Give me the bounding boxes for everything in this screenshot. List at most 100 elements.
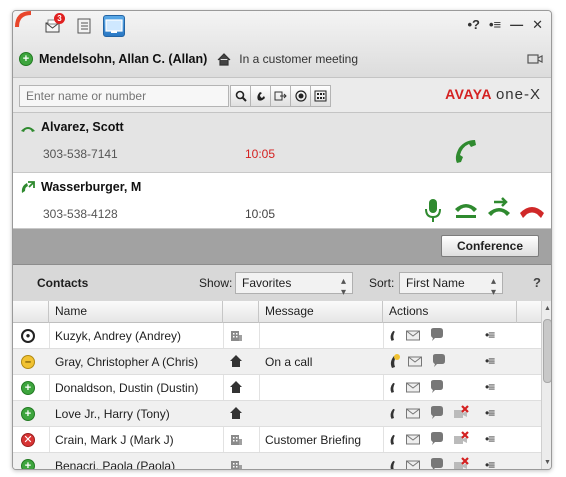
contact-actions	[389, 379, 481, 397]
chat-icon[interactable]	[430, 353, 448, 369]
contact-actions	[389, 327, 481, 345]
top-icon-bar: 3	[43, 13, 125, 37]
status-message[interactable]: In a customer meeting	[239, 52, 358, 66]
presence-available-icon: +	[21, 407, 35, 421]
close-button[interactable]: ✕	[532, 17, 543, 33]
video-camera-icon[interactable]	[527, 53, 543, 65]
contact-name[interactable]: Gray, Christopher A (Chris)	[55, 355, 198, 369]
search-input[interactable]	[19, 85, 229, 107]
contacts-help-button[interactable]: ?	[533, 275, 541, 290]
phone-icon[interactable]	[389, 405, 399, 421]
call-row-active[interactable]: Wasserburger, M 303-538-4128 10:05	[13, 173, 551, 229]
mail-icon[interactable]	[405, 457, 422, 470]
contact-name[interactable]: Benacri, Paola (Paola)	[55, 459, 175, 469]
answer-call-icon[interactable]	[451, 137, 481, 167]
phone-icon[interactable]	[389, 431, 399, 447]
sort-dropdown[interactable]: First Name ▴ ▾	[399, 272, 503, 298]
scroll-down-icon[interactable]: ▼	[542, 457, 551, 469]
call-action-buttons	[418, 193, 547, 225]
column-location[interactable]	[223, 301, 259, 323]
conference-button[interactable]: Conference	[441, 235, 539, 257]
video-off-icon[interactable]	[452, 457, 470, 470]
mail-tab[interactable]: 3	[43, 13, 65, 37]
transfer-button[interactable]	[270, 85, 291, 107]
mail-icon[interactable]	[405, 327, 422, 343]
column-presence[interactable]	[13, 301, 49, 323]
mail-icon[interactable]	[407, 353, 424, 369]
table-row[interactable]: + Donaldson, Dustin (Dustin) •≡	[13, 375, 541, 401]
mail-icon[interactable]	[405, 431, 422, 447]
row-menu-button[interactable]: •≡	[485, 458, 495, 469]
contact-actions	[389, 353, 481, 371]
contact-name[interactable]: Love Jr., Harry (Tony)	[55, 407, 170, 421]
display-tab[interactable]	[103, 15, 125, 37]
dropdown-arrow-icon: ▴ ▾	[490, 276, 496, 298]
row-menu-button[interactable]: •≡	[485, 354, 495, 368]
hang-up-icon[interactable]	[517, 193, 547, 225]
contacts-list-icon	[77, 18, 91, 34]
mail-icon[interactable]	[405, 379, 422, 395]
video-off-icon[interactable]	[452, 431, 470, 447]
dial-button[interactable]	[250, 85, 271, 107]
hold-call-icon[interactable]	[451, 193, 481, 225]
call-time: 10:05	[245, 207, 276, 221]
contacts-table: Name Message Actions ● Kuzyk, Andrey (And…	[13, 301, 541, 470]
phone-icon[interactable]	[389, 457, 399, 470]
contact-actions	[389, 405, 481, 423]
phone-busy-icon[interactable]	[389, 353, 401, 369]
show-dropdown[interactable]: Favorites ▴ ▾	[235, 272, 353, 298]
column-message[interactable]: Message	[259, 301, 383, 323]
microphone-icon[interactable]	[418, 193, 448, 225]
chat-icon[interactable]	[428, 327, 446, 343]
keypad-button[interactable]	[310, 85, 331, 107]
search-bar: AVAYA one-X	[13, 77, 551, 113]
column-actions[interactable]: Actions	[383, 301, 517, 323]
table-row[interactable]: ● Kuzyk, Andrey (Andrey) •≡	[13, 323, 541, 349]
minimize-button[interactable]: —	[510, 17, 523, 33]
chat-icon[interactable]	[428, 431, 446, 447]
phone-icon[interactable]	[389, 327, 399, 343]
search-button[interactable]	[230, 85, 251, 107]
chat-icon[interactable]	[428, 405, 446, 421]
table-row[interactable]: + Love Jr., Harry (Tony) •≡	[13, 401, 541, 427]
presence-available-icon[interactable]: +	[19, 52, 33, 66]
chat-icon[interactable]	[428, 457, 446, 470]
phone-icon[interactable]	[389, 379, 399, 395]
contacts-scrollbar[interactable]: ▲ ▼	[541, 301, 551, 469]
contact-message: Customer Briefing	[265, 433, 362, 447]
logo-product: one-X	[495, 86, 541, 103]
caller-name: Alvarez, Scott	[41, 120, 124, 134]
scrollbar-thumb[interactable]	[543, 319, 551, 383]
contacts-header: Contacts Show: Favorites ▴ ▾ Sort: First …	[13, 265, 551, 301]
presence-away-icon: ●	[21, 329, 35, 343]
contact-name[interactable]: Kuzyk, Andrey (Andrey)	[55, 329, 181, 343]
call-row-incoming[interactable]: Alvarez, Scott 303-538-7141 10:05	[13, 113, 551, 173]
user-name: Mendelsohn, Allan C. (Allan)	[39, 52, 208, 66]
presence-available-icon: +	[21, 459, 35, 469]
top-bar: 3 •? •≡ — ✕ + Mendelsohn, Allan C. (Alla…	[13, 11, 551, 77]
chat-icon[interactable]	[428, 379, 446, 395]
scroll-up-icon[interactable]: ▲	[542, 303, 551, 315]
table-row[interactable]: + Benacri, Paola (Paola) •≡	[13, 453, 541, 470]
show-value: Favorites	[242, 276, 292, 290]
home-icon	[229, 406, 245, 422]
presence-dnd-icon: ✕	[21, 433, 35, 447]
contact-name[interactable]: Donaldson, Dustin (Dustin)	[55, 381, 198, 395]
row-menu-button[interactable]: •≡	[485, 432, 495, 446]
table-row[interactable]: ✕ Crain, Mark J (Mark J) Customer Briefing…	[13, 427, 541, 453]
row-menu-button[interactable]: •≡	[485, 406, 495, 420]
mail-icon[interactable]	[405, 405, 422, 421]
main-menu-button[interactable]: •≡	[489, 17, 501, 33]
record-button[interactable]	[290, 85, 311, 107]
onex-window: 3 •? •≡ — ✕ + Mendelsohn, Allan C. (Alla…	[12, 10, 552, 470]
video-off-icon[interactable]	[452, 405, 470, 421]
row-menu-button[interactable]: •≡	[485, 328, 495, 342]
contacts-tab[interactable]	[73, 15, 95, 37]
column-name[interactable]: Name	[49, 301, 223, 323]
table-row[interactable]: – Gray, Christopher A (Chris) On a call •≡	[13, 349, 541, 375]
transfer-call-icon[interactable]	[484, 193, 514, 225]
contact-name[interactable]: Crain, Mark J (Mark J)	[55, 433, 174, 447]
help-menu-button[interactable]: •?	[467, 17, 480, 33]
record-icon	[294, 90, 307, 102]
row-menu-button[interactable]: •≡	[485, 380, 495, 394]
